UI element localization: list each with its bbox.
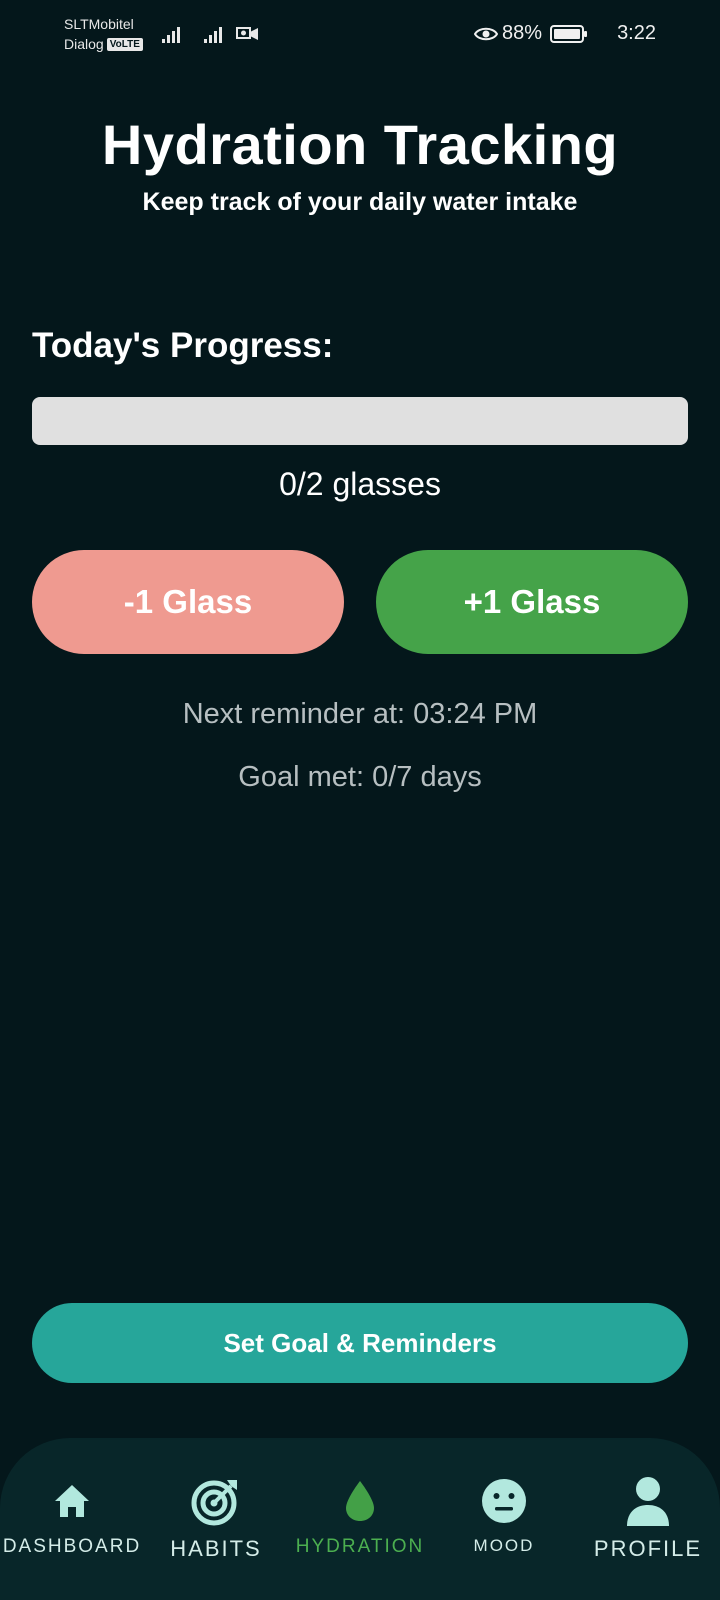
- target-icon: [191, 1474, 241, 1528]
- nav-item-mood[interactable]: MOOD: [432, 1438, 576, 1600]
- nav-item-habits[interactable]: HABITS: [144, 1438, 288, 1600]
- bottom-nav: DASHBOARD HABITS HYDRATION MOOD PROFILE: [0, 1438, 720, 1600]
- page-subtitle: Keep track of your daily water intake: [142, 188, 578, 216]
- clock: 3:22: [617, 22, 656, 44]
- progress-heading: Today's Progress:: [32, 326, 334, 365]
- status-bar: SLTMobitel Dialog VoLTE 88% 3:22: [0, 0, 720, 72]
- eye-icon: [473, 27, 498, 40]
- nav-item-profile[interactable]: PROFILE: [576, 1438, 720, 1600]
- cast-icon: [236, 27, 258, 40]
- battery-icon: [550, 24, 587, 43]
- nav-item-hydration[interactable]: HYDRATION: [288, 1438, 432, 1600]
- carrier-2: Dialog VoLTE: [64, 34, 143, 54]
- neutral-face-icon: [481, 1474, 527, 1528]
- home-icon: [52, 1474, 92, 1528]
- carrier-1-name: SLTMobitel: [64, 16, 134, 32]
- remove-glass-button[interactable]: -1 Glass: [32, 550, 344, 654]
- person-icon: [625, 1474, 671, 1528]
- signal-icon: [162, 27, 180, 43]
- water-drop-icon: [344, 1474, 376, 1528]
- nav-label-hydration: HYDRATION: [295, 1536, 425, 1557]
- next-reminder-text: Next reminder at: 03:24 PM: [182, 698, 538, 730]
- carrier-1: SLTMobitel: [64, 14, 143, 34]
- page-title: Hydration Tracking: [101, 113, 619, 176]
- status-indicators: 88%: [473, 22, 594, 45]
- add-glass-button[interactable]: +1 Glass: [376, 550, 688, 654]
- goal-met-text: Goal met: 0/7 days: [238, 761, 482, 793]
- signal-icon: [204, 27, 222, 43]
- nav-item-dashboard[interactable]: DASHBOARD: [0, 1438, 144, 1600]
- set-goal-reminders-button[interactable]: Set Goal & Reminders: [32, 1303, 688, 1383]
- carrier-2-name: Dialog: [64, 36, 104, 52]
- carrier-info: SLTMobitel Dialog VoLTE: [64, 14, 143, 54]
- progress-bar: [32, 397, 688, 445]
- nav-label-profile: PROFILE: [593, 1536, 703, 1561]
- battery-percent: 88%: [501, 22, 542, 44]
- volte-badge: VoLTE: [106, 37, 143, 51]
- nav-label-habits: HABITS: [170, 1536, 262, 1561]
- nav-label-dashboard: DASHBOARD: [2, 1536, 142, 1557]
- progress-text: 0/2 glasses: [279, 466, 441, 502]
- nav-label-mood: MOOD: [473, 1536, 535, 1555]
